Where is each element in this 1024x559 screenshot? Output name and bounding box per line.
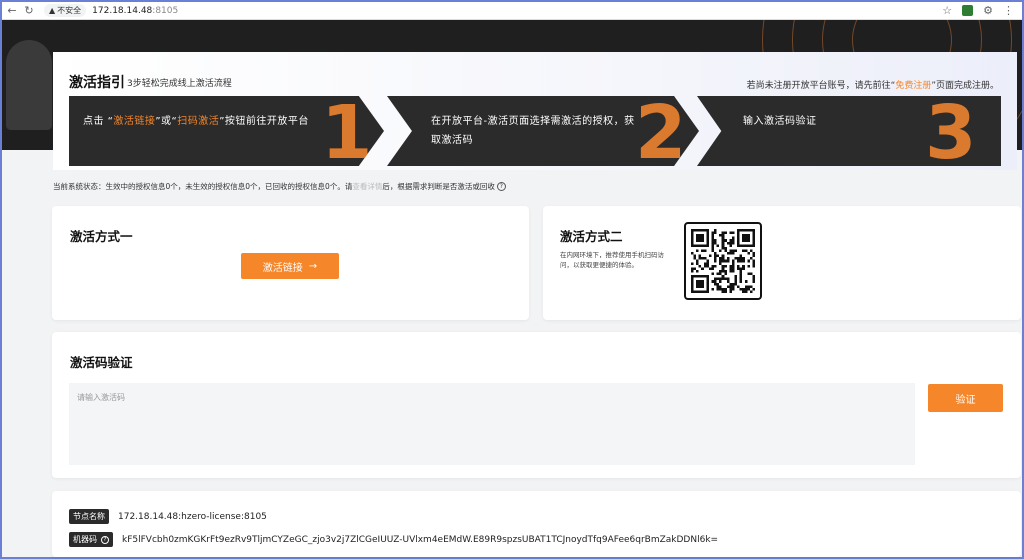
verify-button[interactable]: 验证 — [928, 384, 1003, 412]
activation-method-1-card: 激活方式一 激活链接 → — [52, 206, 529, 320]
extension-icon[interactable] — [962, 5, 974, 16]
help-icon[interactable]: ? — [496, 182, 506, 191]
qr-code-icon[interactable] — [684, 222, 762, 300]
machine-code-row: 机器码? kF5lFVcbh0zmKGKrFt9ezRv9TljmCYZeGC_… — [69, 532, 718, 547]
reload-icon[interactable]: ↻ — [22, 4, 36, 18]
step-2-text: 在开放平台-激活页面选择需激活的授权，获取激活码 — [431, 116, 635, 146]
step-1-text: 点击 “激活链接”或“扫码激活”按钮前往开放平台 — [83, 116, 309, 127]
node-name-value: 172.18.14.48:hzero-license:8105 — [118, 511, 267, 522]
machine-code-value: kF5lFVcbh0zmKGKrFt9ezRv9TljmCYZeGC_zjo3v… — [122, 534, 719, 545]
method-1-title: 激活方式一 — [70, 229, 133, 244]
step-2: 在开放平台-激活页面选择需激活的授权，获取激活码 2 — [387, 96, 699, 166]
step-3-text: 输入激活码验证 — [743, 116, 817, 127]
help-icon[interactable]: ? — [101, 535, 109, 544]
node-name-label: 节点名称 — [69, 509, 109, 524]
warning-icon: ▲ — [49, 6, 56, 15]
step-1: 点击 “激活链接”或“扫码激活”按钮前往开放平台 1 — [69, 96, 384, 166]
guide-title: 激活指引 — [69, 75, 125, 91]
node-info-card: 节点名称 172.18.14.48:hzero-license:8105 机器码… — [52, 491, 1021, 557]
menu-dots-icon[interactable]: ⋮ — [1003, 4, 1014, 17]
url-text: 172.18.14.48:8105 — [92, 5, 179, 16]
back-icon[interactable]: ← — [5, 4, 19, 18]
qr-code-pattern — [691, 229, 755, 293]
bookmark-star-icon[interactable]: ☆ — [942, 4, 952, 17]
activation-guide: 激活指引 3步轻松完成线上激活流程 若尚未注册开放平台账号，请先前往“免费注册”… — [53, 52, 1017, 170]
method-2-description: 在内网环境下，推荐使用手机扫码访问，以获取更便捷的体验。 — [560, 251, 664, 269]
activation-link-button[interactable]: 激活链接 → — [241, 253, 339, 279]
system-status: 当前系统状态：生效中的授权信息0个，未生效的授权信息0个，已回收的授权信息0个。… — [53, 181, 506, 192]
activation-code-input[interactable] — [69, 383, 915, 465]
activation-method-2-card: 激活方式二 在内网环境下，推荐使用手机扫码访问，以获取更便捷的体验。 — [543, 206, 1021, 320]
machine-code-label: 机器码? — [69, 532, 113, 547]
code-verify-card: 激活码验证 验证 — [52, 332, 1021, 478]
browser-toolbar: ← ↻ ▲ 不安全 172.18.14.48:8105 ☆ ⚙ ⋮ — [2, 2, 1022, 20]
method-2-title: 激活方式二 — [560, 229, 623, 244]
view-details-link[interactable]: 查看详情 — [352, 181, 382, 192]
step-3: 输入激活码验证 3 — [697, 96, 1001, 166]
step-1-number: 1 — [321, 96, 373, 166]
arrow-right-icon: → — [308, 260, 318, 272]
register-note: 若尚未注册开放平台账号，请先前往“免费注册”页面完成注册。 — [746, 81, 999, 91]
address-bar[interactable]: ▲ 不安全 172.18.14.48:8105 — [44, 4, 178, 18]
puzzle-icon[interactable]: ⚙ — [983, 4, 993, 17]
decorative-shape — [6, 40, 52, 130]
step-2-number: 2 — [635, 96, 687, 166]
node-name-row: 节点名称 172.18.14.48:hzero-license:8105 — [69, 509, 267, 524]
step-3-number: 3 — [925, 96, 977, 166]
guide-subtitle: 3步轻松完成线上激活流程 — [127, 79, 232, 89]
security-indicator[interactable]: ▲ 不安全 — [44, 4, 87, 17]
verify-title: 激活码验证 — [70, 355, 133, 370]
free-register-link[interactable]: 免费注册 — [895, 81, 931, 91]
guide-steps: 点击 “激活链接”或“扫码激活”按钮前往开放平台 1 在开放平台-激活页面选择需… — [69, 96, 1001, 166]
